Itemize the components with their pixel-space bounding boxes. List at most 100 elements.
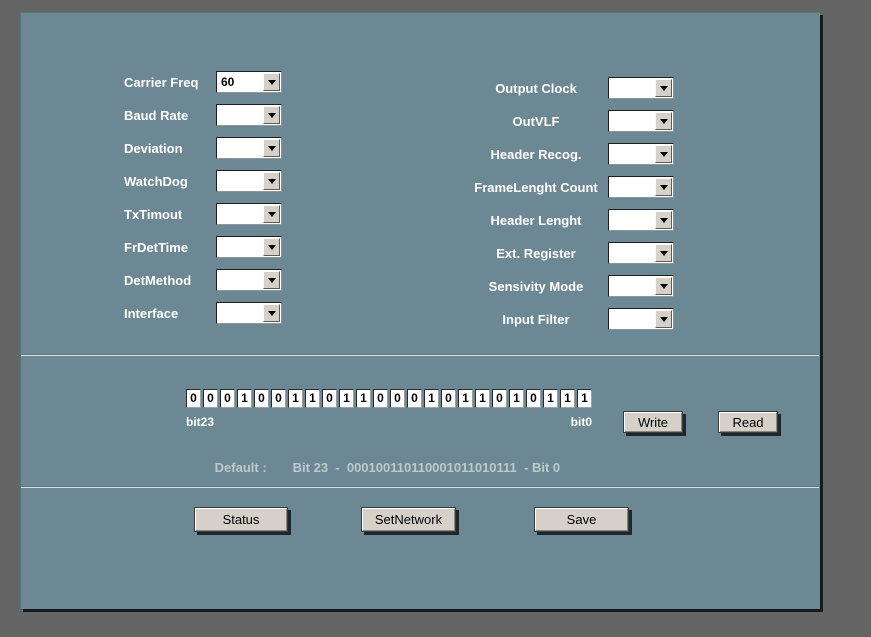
device-config-panel: Carrier Freq 60 Baud Rate Deviation Watc… [20,12,820,609]
bit23-label: bit23 [186,415,215,429]
bit-cell-4[interactable]: 1 [509,389,524,408]
bit-cell-17[interactable]: 1 [288,389,303,408]
header-lenght-combobox[interactable] [608,209,674,231]
frdettime-combobox[interactable] [216,236,282,258]
dropdown-arrow-button[interactable] [263,172,280,190]
bit-cell-7[interactable]: 1 [458,389,473,408]
dropdown-arrow-button[interactable] [655,112,672,130]
header-lenght-label: Header Lenght [490,212,582,228]
chevron-down-icon [267,244,276,250]
header-recog-combobox[interactable] [608,143,674,165]
dropdown-arrow-button[interactable] [655,211,672,229]
bit-cell-2[interactable]: 1 [543,389,558,408]
interface-label: Interface [124,305,179,321]
frdettime-label: FrDetTime [124,239,189,255]
combo-value [217,171,262,191]
ext-register-combobox[interactable] [608,242,674,264]
read-button[interactable]: Read [718,411,778,433]
output-clock-combobox[interactable] [608,77,674,99]
sensivity-mode-label: Sensivity Mode [488,278,584,294]
combo-value [609,177,654,197]
bit-cell-21[interactable]: 0 [220,389,235,408]
watchdog-field: WatchDog [124,170,282,192]
bit-cell-8[interactable]: 0 [441,389,456,408]
interface-combobox[interactable] [216,302,282,324]
save-button[interactable]: Save [534,507,629,532]
combo-value [609,309,654,329]
dropdown-arrow-button[interactable] [655,145,672,163]
chevron-down-icon [267,310,276,316]
sensivity-mode-field: Sensivity Mode [464,275,674,297]
bit-cell-19[interactable]: 0 [254,389,269,408]
dropdown-arrow-button[interactable] [263,205,280,223]
bit-cell-0[interactable]: 1 [577,389,592,408]
bit-cell-11[interactable]: 0 [390,389,405,408]
write-button[interactable]: Write [623,411,683,433]
status-button[interactable]: Status [194,507,288,532]
bit-cell-1[interactable]: 1 [560,389,575,408]
baud-rate-label: Baud Rate [124,107,189,123]
combo-value [217,138,262,158]
bit-cell-18[interactable]: 0 [271,389,286,408]
input-filter-field: Input Filter [464,308,674,330]
deviation-combobox[interactable] [216,137,282,159]
chevron-down-icon [659,184,668,190]
frdettime-field: FrDetTime [124,236,282,258]
dropdown-arrow-button[interactable] [263,106,280,124]
bit-cell-13[interactable]: 1 [356,389,371,408]
txtimout-combobox[interactable] [216,203,282,225]
bit-cell-14[interactable]: 1 [339,389,354,408]
default-value: Bit 23 - 000100110110001011010111 - Bit … [292,460,561,475]
bit-cell-6[interactable]: 1 [475,389,490,408]
chevron-down-icon [659,118,668,124]
bit-cell-15[interactable]: 0 [322,389,337,408]
framelenght-count-combobox[interactable] [608,176,674,198]
input-filter-combobox[interactable] [608,308,674,330]
bit-cell-10[interactable]: 0 [407,389,422,408]
right-field-column: Output Clock OutVLF Header Recog. FrameL… [464,77,674,330]
chevron-down-icon [659,283,668,289]
bit-cell-12[interactable]: 0 [373,389,388,408]
bit-register-row: 0 0 0 1 0 0 1 1 0 1 1 0 0 0 1 0 1 1 0 1 … [186,389,592,408]
dropdown-arrow-button[interactable] [263,139,280,157]
dropdown-arrow-button[interactable] [263,73,280,91]
bit-cell-9[interactable]: 1 [424,389,439,408]
chevron-down-icon [267,178,276,184]
separator [21,355,819,356]
output-clock-label: Output Clock [495,80,577,96]
chevron-down-icon [267,79,276,85]
dropdown-arrow-button[interactable] [655,310,672,328]
header-lenght-field: Header Lenght [464,209,674,231]
combo-value [609,276,654,296]
bit-cell-5[interactable]: 0 [492,389,507,408]
separator [21,487,819,488]
sensivity-mode-combobox[interactable] [608,275,674,297]
bit-cell-16[interactable]: 1 [305,389,320,408]
dropdown-arrow-button[interactable] [655,277,672,295]
baud-rate-combobox[interactable] [216,104,282,126]
combo-value [609,144,654,164]
bit-cell-3[interactable]: 0 [526,389,541,408]
default-label: Default : [214,460,267,475]
dropdown-arrow-button[interactable] [655,79,672,97]
header-recog-label: Header Recog. [490,146,582,162]
dropdown-arrow-button[interactable] [655,178,672,196]
outvlf-combobox[interactable] [608,110,674,132]
dropdown-arrow-button[interactable] [263,304,280,322]
chevron-down-icon [267,145,276,151]
outvlf-label: OutVLF [512,113,560,129]
carrier-freq-combobox[interactable]: 60 [216,71,282,93]
bit-cell-22[interactable]: 0 [203,389,218,408]
dropdown-arrow-button[interactable] [263,271,280,289]
deviation-field: Deviation [124,137,282,159]
interface-field: Interface [124,302,282,324]
dropdown-arrow-button[interactable] [263,238,280,256]
setnetwork-button[interactable]: SetNetwork [361,507,456,532]
ext-register-field: Ext. Register [464,242,674,264]
bit-cell-20[interactable]: 1 [237,389,252,408]
dropdown-arrow-button[interactable] [655,244,672,262]
combo-value [217,303,262,323]
watchdog-combobox[interactable] [216,170,282,192]
detmethod-combobox[interactable] [216,269,282,291]
bit-cell-23[interactable]: 0 [186,389,201,408]
